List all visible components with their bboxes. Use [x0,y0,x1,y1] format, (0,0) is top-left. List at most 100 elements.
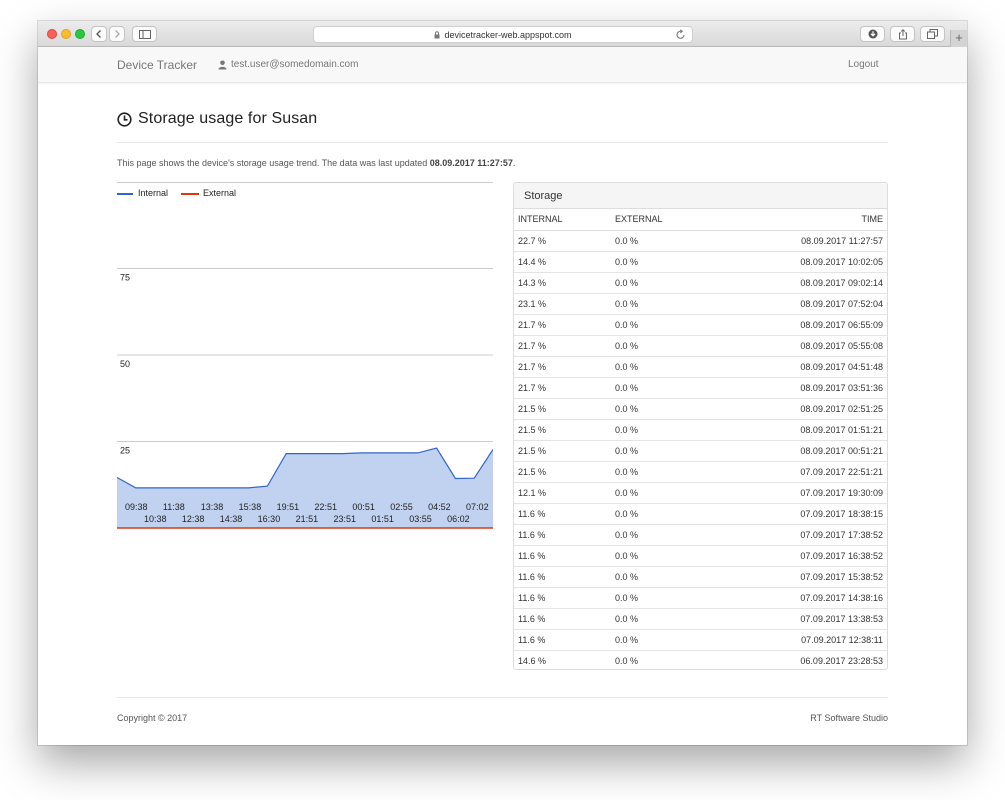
new-tab-button[interactable]: + [950,30,967,47]
cell-time: 08.09.2017 09:02:14 [731,271,887,293]
storage-table-body: 22.7 % 0.0 % 08.09.2017 11:27:57 14.4 % 0.0 … [514,229,887,669]
cell-time: 07.09.2017 17:38:52 [731,523,887,545]
cell-external: 0.0 % [611,628,731,650]
cell-external: 0.0 % [611,460,731,482]
cell-internal: 22.7 % [514,229,611,251]
x-tick-label: 13:38 [201,502,224,512]
cell-internal: 11.6 % [514,523,611,545]
cell-internal: 12.1 % [514,481,611,503]
x-tick-label: 11:38 [163,502,185,512]
cell-time: 07.09.2017 14:38:16 [731,586,887,608]
y-tick-label: 75 [120,273,130,283]
table-row: 11.6 % 0.0 % 07.09.2017 18:38:15 [514,502,887,524]
cell-external: 0.0 % [611,544,731,566]
cell-time: 08.09.2017 06:55:09 [731,313,887,335]
cell-external: 0.0 % [611,502,731,524]
x-tick-label: 19:51 [277,502,300,512]
cell-external: 0.0 % [611,607,731,629]
cell-time: 08.09.2017 07:52:04 [731,292,887,314]
cell-time: 08.09.2017 01:51:21 [731,418,887,440]
table-row: 14.6 % 0.0 % 06.09.2017 23:28:53 [514,649,887,669]
cell-time: 07.09.2017 15:38:52 [731,565,887,587]
cell-internal: 21.7 % [514,355,611,377]
table-row: 22.7 % 0.0 % 08.09.2017 11:27:57 [514,229,887,251]
tabs-button[interactable] [920,26,945,42]
cell-time: 08.09.2017 00:51:21 [731,439,887,461]
table-row: 21.5 % 0.0 % 08.09.2017 00:51:21 [514,439,887,461]
share-button[interactable] [890,26,915,42]
table-row: 11.6 % 0.0 % 07.09.2017 12:38:11 [514,628,887,650]
cell-time: 08.09.2017 11:27:57 [731,229,887,251]
lock-icon [434,30,440,38]
cell-internal: 21.5 % [514,397,611,419]
storage-panel: Storage INTERNAL EXTERNAL TIME 22.7 % 0.0… [513,182,888,670]
table-row: 21.7 % 0.0 % 08.09.2017 06:55:09 [514,313,887,335]
cell-internal: 21.5 % [514,460,611,482]
url-text: devicetracker-web.appspot.com [444,29,572,40]
zoom-window-button[interactable] [75,29,85,39]
cell-internal: 21.7 % [514,334,611,356]
cell-external: 0.0 % [611,271,731,293]
cell-internal: 11.6 % [514,544,611,566]
cell-external: 0.0 % [611,376,731,398]
page-title: Storage usage for Susan [138,110,318,127]
x-tick-label: 21:51 [296,514,319,524]
user-icon [218,60,227,69]
table-row: 14.4 % 0.0 % 08.09.2017 10:02:05 [514,250,887,272]
user-info: test.user@somedomain.com [218,59,358,70]
cell-time: 08.09.2017 04:51:48 [731,355,887,377]
legend-label-internal: Internal [138,188,168,198]
cell-external: 0.0 % [611,313,731,335]
minimize-window-button[interactable] [61,29,71,39]
cell-time: 08.09.2017 05:55:08 [731,334,887,356]
storage-chart: 75 50 25 Internal External 09:38 11:38 13:38 15:… [116,182,494,532]
chevron-right-icon [115,30,120,38]
close-window-button[interactable] [47,29,57,39]
y-tick-label: 50 [120,359,130,369]
table-row: 21.7 % 0.0 % 08.09.2017 04:51:48 [514,355,887,377]
downloads-button[interactable] [860,26,885,42]
cell-external: 0.0 % [611,292,731,314]
footer-company: RT Software Studio [810,713,888,723]
cell-internal: 21.7 % [514,313,611,335]
storage-chart-svg: 75 50 25 Internal External 09:38 11:38 13:38 15:… [116,182,494,529]
cell-internal: 21.5 % [514,439,611,461]
y-tick-label: 25 [120,446,130,456]
cell-internal: 11.6 % [514,607,611,629]
cell-time: 07.09.2017 12:38:11 [731,628,887,650]
clock-icon [117,111,132,127]
chevron-left-icon [96,30,101,38]
cell-time: 06.09.2017 23:28:53 [731,649,887,669]
cell-time: 08.09.2017 02:51:25 [731,397,887,419]
column-header-time: TIME [731,209,887,231]
x-tick-label: 23:51 [333,514,356,524]
cell-internal: 21.7 % [514,376,611,398]
back-button[interactable] [91,26,107,42]
sidebar-icon [138,29,151,39]
cell-internal: 11.6 % [514,628,611,650]
share-icon [898,28,907,39]
forward-button[interactable] [109,26,125,42]
x-tick-label: 10:38 [144,514,167,524]
page-heading: Storage usage for Susan [117,110,317,128]
logout-link[interactable]: Logout [848,59,879,70]
x-tick-label: 22:51 [314,502,337,512]
cell-external: 0.0 % [611,334,731,356]
description-suffix: . [512,158,516,168]
table-row: 21.7 % 0.0 % 08.09.2017 03:51:36 [514,376,887,398]
table-row: 21.5 % 0.0 % 08.09.2017 02:51:25 [514,397,887,419]
navbar: Device Tracker test.user@somedomain.com … [38,47,967,83]
table-row: 12.1 % 0.0 % 07.09.2017 19:30:09 [514,481,887,503]
cell-external: 0.0 % [611,229,731,251]
storage-table: INTERNAL EXTERNAL TIME 22.7 % 0.0 % 08.09.… [514,209,887,669]
brand-link[interactable]: Device Tracker [117,58,197,72]
address-bar[interactable]: devicetracker-web.appspot.com [313,26,693,43]
reload-icon[interactable] [676,29,686,40]
sidebar-toggle-button[interactable] [132,26,157,42]
table-row: 11.6 % 0.0 % 07.09.2017 17:38:52 [514,523,887,545]
table-header-row: INTERNAL EXTERNAL TIME [514,209,887,231]
column-header-internal: INTERNAL [514,209,611,231]
x-tick-label: 16:30 [258,514,281,524]
x-tick-label: 01:51 [371,514,394,524]
x-tick-label: 14:38 [220,514,243,524]
